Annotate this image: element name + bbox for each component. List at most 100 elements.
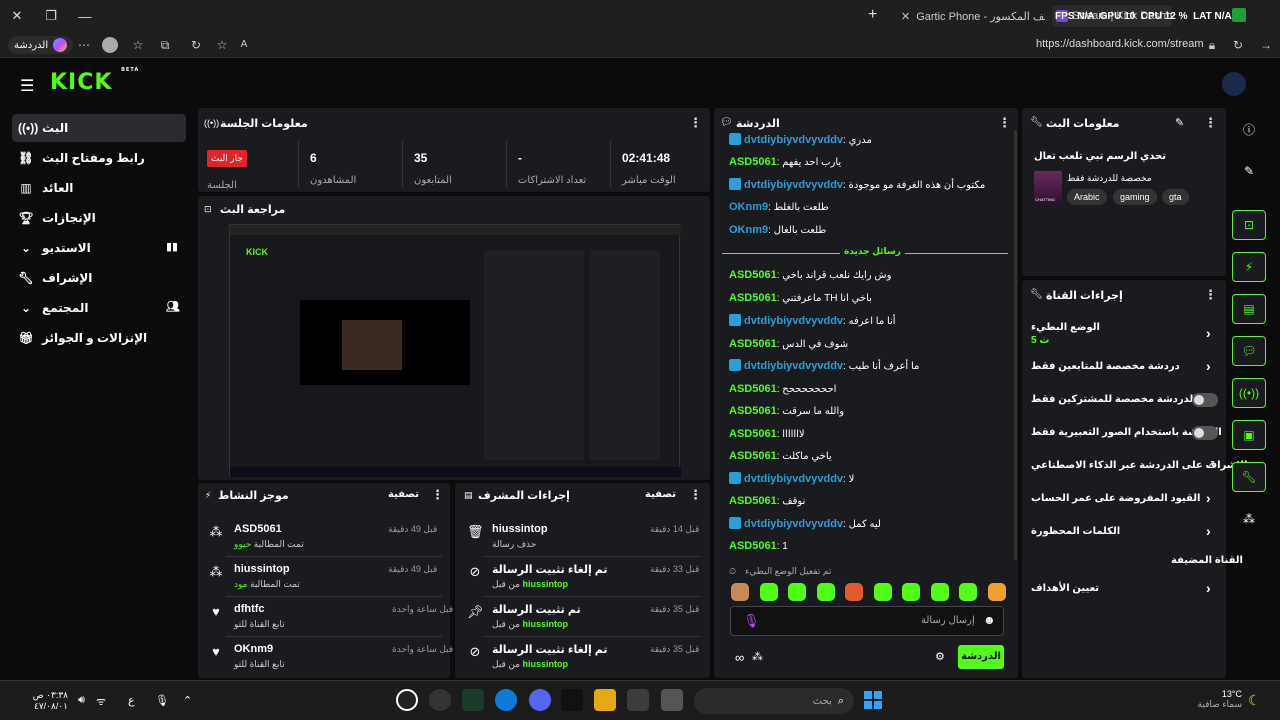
emotes-only-toggle[interactable] [1192,426,1218,440]
add-widget-icon[interactable]: ⁂ [1232,504,1266,534]
close-window-icon[interactable]: ✕ [0,0,34,32]
chat-username[interactable]: ASD5061 [729,292,777,304]
chevron-up-icon[interactable]: ⌃ [183,694,192,707]
chat-username[interactable]: ASD5061 [729,540,777,552]
more-options-icon[interactable]: ⋮ [1204,115,1217,131]
sidebar-item-community[interactable]: ⌄ المجتمع 👥︎ [12,294,186,322]
preview-toggle-icon[interactable]: ⊡ [1232,210,1266,240]
chat-username[interactable]: ASD5061 [729,450,777,462]
chat-username[interactable]: dvtdiybiyvdvyvddv [744,473,843,485]
chat-username[interactable]: OKnm9 [729,224,768,236]
activity-username[interactable]: dfhtfc [234,603,265,615]
chat-scrollbar[interactable] [1014,130,1017,560]
taskbar-search[interactable]: بحث ⌕ [694,688,854,714]
refresh-page-icon[interactable]: ↻ [188,38,204,52]
sidebar-item-stream[interactable]: ((•)) البث [12,114,186,142]
chevron-right-icon[interactable]: › [1206,580,1211,596]
chat-bubble-icon[interactable]: 💬︎ [1232,336,1266,366]
user-avatar[interactable] [1222,72,1246,96]
emote-icon[interactable] [731,583,749,601]
emote-icon[interactable] [873,583,892,601]
edit-pencil-icon[interactable]: ✎ [1232,156,1266,186]
chat-username[interactable]: dvtdiybiyvdvyvddv [744,360,843,372]
more-options-icon[interactable]: ⋮ [998,115,1011,131]
chat-username[interactable]: ASD5061 [729,338,777,350]
more-options-icon[interactable]: ⋮ [1204,287,1217,303]
edit-pencil-icon[interactable]: ✎ [1175,116,1184,129]
emote-icon[interactable] [845,583,863,601]
reward-icon[interactable]: ⁂ [752,650,763,663]
chevron-right-icon[interactable]: › [1206,490,1211,506]
reload-icon[interactable]: ↻ [1230,38,1246,52]
more-icon[interactable]: ⋯ [76,38,92,52]
hamburger-menu-icon[interactable]: ☰ [20,76,34,96]
sidebar-item-revenue[interactable]: ▥ العائد [12,174,186,202]
file-explorer-icon[interactable] [594,689,616,711]
microphone-icon[interactable]: 🎙︎ [155,694,169,707]
edge-icon[interactable] [495,689,517,711]
settings-gear-icon[interactable]: ⚙ [935,650,945,663]
app-icon[interactable] [661,689,683,711]
more-options-icon[interactable]: ⋮ [689,487,702,503]
chevron-right-icon[interactable]: › [1206,325,1211,341]
chat-username[interactable]: dvtdiybiyvdvyvddv [744,179,843,191]
activity-username[interactable]: OKnm9 [234,643,273,655]
emoji-icon[interactable]: ☻ [983,613,996,627]
read-aloud-icon[interactable]: A [236,38,252,52]
external-link-icon[interactable]: ↗ [1207,459,1215,470]
app-icon[interactable] [429,689,451,711]
emote-icon[interactable] [987,583,1006,601]
profile-avatar-icon[interactable] [102,37,118,53]
url-field[interactable]: https://dashboard.kick.com/stream [1036,38,1204,50]
chat-username[interactable]: ASD5061 [729,428,777,440]
emote-icon[interactable] [788,583,806,601]
clock[interactable]: ٠٣:٣٨ ص ٤٧/٠٨/٠١ [32,690,68,712]
tab-close-icon[interactable]: ✕ [901,10,910,23]
extensions-icon[interactable]: ⧉ [157,38,173,52]
tag-chip[interactable]: gaming [1113,189,1157,205]
send-chat-button[interactable]: الدردشة [958,645,1004,669]
tag-chip[interactable]: Arabic [1067,189,1107,205]
tiktok-icon[interactable] [561,689,583,711]
sidebar-item-drops[interactable]: 🎁︎ الإنزالات و الجوائز [12,324,186,352]
language-indicator[interactable]: ع [128,694,135,707]
slow-mode-label[interactable]: الوضع البطيء [1031,322,1100,333]
wrench-icon[interactable]: 🔧︎ [1232,462,1266,492]
info-icon[interactable]: ⓘ [1232,114,1266,144]
activity-username[interactable]: hiussintop [234,563,290,575]
minimize-window-icon[interactable]: — [68,0,102,32]
chat-username[interactable]: ASD5061 [729,405,777,417]
more-options-icon[interactable]: ⋮ [431,487,444,503]
sidebar-item-achievements[interactable]: 🏆︎ الإنجازات [12,204,186,232]
weather-widget[interactable]: 13°C سماء صافية [1190,689,1242,710]
mod-action-user[interactable]: hiussintop [523,579,569,589]
stream-preview-video[interactable]: KICK [229,224,681,477]
microphone-icon[interactable]: 🎙︎ [743,613,760,629]
emote-icon[interactable] [759,583,778,601]
restore-window-icon[interactable]: ❐ [34,0,68,32]
chat-username[interactable]: OKnm9 [729,201,768,213]
mod-action-user[interactable]: hiussintop [523,619,569,629]
emote-icon[interactable] [959,583,977,601]
windows-start-icon[interactable] [862,689,884,711]
chevron-right-icon[interactable]: › [1206,358,1211,374]
app-icon[interactable] [462,689,484,711]
discord-icon[interactable] [529,689,551,711]
chat-username[interactable]: dvtdiybiyvdvyvddv [744,518,843,530]
favorites-icon[interactable]: ☆ [130,38,146,52]
mod-action-user[interactable]: hiussintop [523,659,569,669]
banned-words-label[interactable]: الكلمات المحظورة [1031,526,1120,537]
chat-username[interactable]: ASD5061 [729,156,777,168]
chat-username[interactable]: ASD5061 [729,269,777,281]
host-target-label[interactable]: تعيين الأهداف [1031,583,1099,594]
emote-icon[interactable] [816,583,835,601]
chat-username[interactable]: dvtdiybiyvdvyvddv [744,134,843,146]
kick-logo[interactable]: KICK BETA [50,67,139,95]
mod-filter-button[interactable]: تصفية [645,489,676,500]
chevron-right-icon[interactable]: › [1206,523,1211,539]
activity-username[interactable]: ASD5061 [234,523,282,535]
emote-icon[interactable] [930,583,949,601]
emote-icon[interactable] [902,583,920,601]
document-icon[interactable]: ▤ [1232,294,1266,324]
back-icon[interactable]: → [1258,38,1274,52]
